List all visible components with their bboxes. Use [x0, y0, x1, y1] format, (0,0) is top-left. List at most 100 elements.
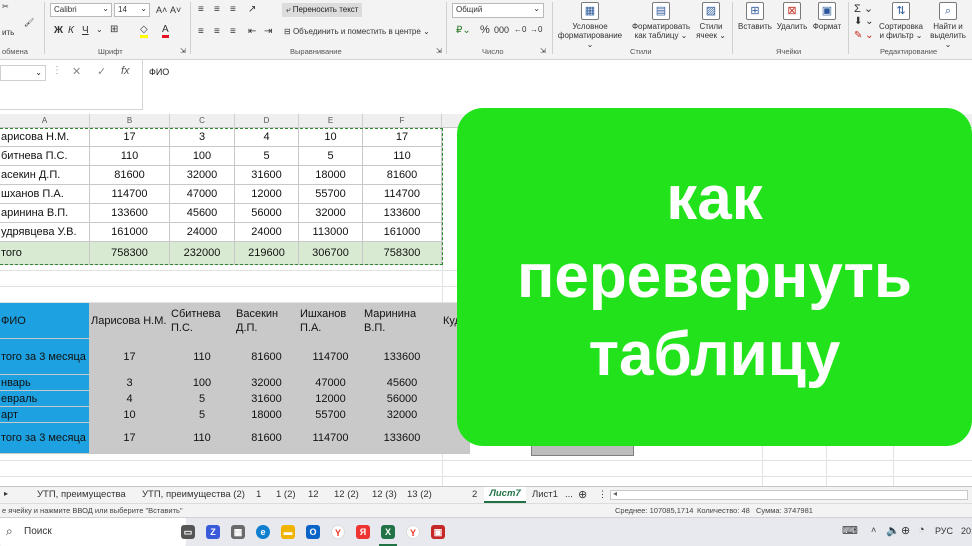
- table-1-name-cell[interactable]: удрявцева У.В.: [0, 223, 90, 242]
- table-1-total-cell[interactable]: 758300: [363, 242, 442, 265]
- sheet-tab[interactable]: 13 (2): [407, 489, 432, 500]
- bold-button[interactable]: Ж: [54, 25, 63, 36]
- scroll-tabs-right-icon[interactable]: ▸: [4, 489, 8, 498]
- table-2-header-cell[interactable]: Маринина В.П.: [363, 303, 442, 339]
- app-icon[interactable]: Я: [356, 525, 370, 539]
- table-1-value-cell[interactable]: 114700: [363, 185, 442, 204]
- format-painter-icon[interactable]: 🖌: [24, 18, 34, 27]
- autosum-icon[interactable]: Σ ⌄: [854, 2, 873, 15]
- cell-styles-button[interactable]: ▨ Стили ячеек ⌄: [694, 2, 728, 40]
- table-2-value-cell[interactable]: 55700: [299, 407, 363, 423]
- table-1-value-cell[interactable]: 161000: [363, 223, 442, 242]
- edge-icon[interactable]: e: [256, 525, 270, 539]
- table-1-value-cell[interactable]: 18000: [299, 166, 363, 185]
- table-1-value-cell[interactable]: 110: [90, 147, 170, 166]
- table-1-total-cell[interactable]: 232000: [170, 242, 235, 265]
- table-2-value-cell[interactable]: 45600: [363, 375, 442, 391]
- table-1-value-cell[interactable]: 81600: [90, 166, 170, 185]
- increase-indent-icon[interactable]: ⇥: [264, 26, 272, 37]
- shrink-font-button[interactable]: A˅: [170, 5, 181, 15]
- table-2-row-label[interactable]: нварь: [0, 375, 90, 391]
- align-right-icon[interactable]: ≡: [230, 26, 236, 37]
- currency-icon[interactable]: ₽⌄: [456, 25, 471, 36]
- more-tabs-icon[interactable]: ...: [565, 489, 573, 500]
- yandex-icon[interactable]: Y: [331, 525, 345, 539]
- table-2-value-cell[interactable]: 18000: [235, 407, 299, 423]
- table-2-header-cell[interactable]: Ишханов П.А.: [299, 303, 363, 339]
- table-2-value-cell[interactable]: 114700: [299, 423, 363, 454]
- table-1-name-cell[interactable]: шханов П.А.: [0, 185, 90, 204]
- table-1-value-cell[interactable]: 81600: [363, 166, 442, 185]
- table-2-header-cell[interactable]: Ларисова Н.М.: [90, 303, 170, 339]
- clock[interactable]: 20:: [961, 526, 972, 536]
- table-2-value-cell[interactable]: 47000: [299, 375, 363, 391]
- table-1-value-cell[interactable]: 32000: [170, 166, 235, 185]
- table-2-value-cell[interactable]: 133600: [363, 339, 442, 375]
- table-2-value-cell[interactable]: 5: [170, 407, 235, 423]
- table-2-value-cell[interactable]: 17: [90, 423, 170, 454]
- table-1-value-cell[interactable]: 114700: [90, 185, 170, 204]
- sort-filter-button[interactable]: ⇅ Сортировка и фильтр ⌄: [876, 2, 926, 40]
- dialog-launcher-icon[interactable]: ⇲: [436, 47, 442, 55]
- table-1-total-cell[interactable]: 306700: [299, 242, 363, 265]
- table-2-row-label[interactable]: евраль: [0, 391, 90, 407]
- conditional-format-button[interactable]: ▦ Условное форматирование ⌄: [556, 2, 624, 49]
- tray-expand-icon[interactable]: ˄: [871, 525, 876, 535]
- wrap-text-button[interactable]: ⤶ Переносить текст: [282, 3, 363, 17]
- table-1-total-cell[interactable]: 758300: [90, 242, 170, 265]
- table-1-value-cell[interactable]: 32000: [299, 204, 363, 223]
- orientation-icon[interactable]: ↗: [248, 4, 256, 15]
- yandex-icon[interactable]: Y: [406, 525, 420, 539]
- table-2-value-cell[interactable]: 110: [170, 339, 235, 375]
- scroll-left-icon[interactable]: ◂: [613, 489, 617, 498]
- table-1-value-cell[interactable]: 100: [170, 147, 235, 166]
- insert-function-icon[interactable]: fx: [121, 65, 130, 77]
- font-color-icon[interactable]: A: [162, 24, 169, 38]
- table-1-value-cell[interactable]: 10: [299, 128, 363, 147]
- underline-dropdown-icon[interactable]: ⌄: [96, 25, 103, 34]
- italic-button[interactable]: К: [68, 25, 74, 36]
- align-left-icon[interactable]: ≡: [198, 26, 204, 37]
- table-2-header-cell[interactable]: Сбитнева П.С.: [170, 303, 235, 339]
- sheet-tab[interactable]: 12 (2): [334, 489, 359, 500]
- add-sheet-icon[interactable]: ⊕: [578, 488, 587, 501]
- table-1-value-cell[interactable]: 56000: [235, 204, 299, 223]
- table-2-header-cell[interactable]: Васекин Д.П.: [235, 303, 299, 339]
- format-button[interactable]: ▣ Формат: [810, 2, 844, 31]
- table-1-name-cell[interactable]: битнева П.С.: [0, 147, 90, 166]
- table-2-value-cell[interactable]: 100: [170, 375, 235, 391]
- globe-icon[interactable]: ⊕: [901, 524, 910, 537]
- table-2-value-cell[interactable]: 81600: [235, 423, 299, 454]
- table-1-value-cell[interactable]: 17: [363, 128, 442, 147]
- table-2-value-cell[interactable]: 110: [170, 423, 235, 454]
- table-2-value-cell[interactable]: 5: [170, 391, 235, 407]
- fill-icon[interactable]: ⬇ ⌄: [854, 16, 874, 27]
- sheet-tab[interactable]: УТП, преимущества: [37, 489, 126, 500]
- table-2-value-cell[interactable]: 12000: [299, 391, 363, 407]
- horizontal-scrollbar[interactable]: ◂: [610, 489, 968, 500]
- name-box[interactable]: ⌄: [0, 65, 46, 81]
- increase-decimal-icon[interactable]: ←0: [514, 25, 526, 34]
- table-1-value-cell[interactable]: 47000: [170, 185, 235, 204]
- decrease-decimal-icon[interactable]: →0: [530, 25, 542, 34]
- table-1-value-cell[interactable]: 24000: [170, 223, 235, 242]
- network-icon[interactable]: ◔: [918, 524, 925, 536]
- table-2-value-cell[interactable]: 56000: [363, 391, 442, 407]
- language-indicator[interactable]: РУС: [935, 526, 953, 536]
- table-1-value-cell[interactable]: 24000: [235, 223, 299, 242]
- paste-label[interactable]: ить: [2, 28, 14, 37]
- table-2-value-cell[interactable]: 133600: [363, 423, 442, 454]
- app-icon[interactable]: ▦: [231, 525, 245, 539]
- table-1-value-cell[interactable]: 133600: [90, 204, 170, 223]
- font-size-select[interactable]: 14 ⌄: [114, 3, 150, 17]
- table-1-value-cell[interactable]: 5: [299, 147, 363, 166]
- percent-button[interactable]: %: [480, 24, 490, 36]
- column-header-e[interactable]: E: [299, 114, 363, 128]
- table-2-row-label[interactable]: того за 3 месяца: [0, 423, 90, 454]
- table-1-name-cell[interactable]: асекин Д.П.: [0, 166, 90, 185]
- clear-icon[interactable]: ✎ ⌄: [854, 30, 874, 41]
- sheet-tab[interactable]: 1 (2): [276, 489, 296, 500]
- confirm-icon[interactable]: ✓: [97, 65, 106, 78]
- excel-icon[interactable]: X: [381, 525, 395, 539]
- table-1-total-label[interactable]: того: [0, 242, 90, 265]
